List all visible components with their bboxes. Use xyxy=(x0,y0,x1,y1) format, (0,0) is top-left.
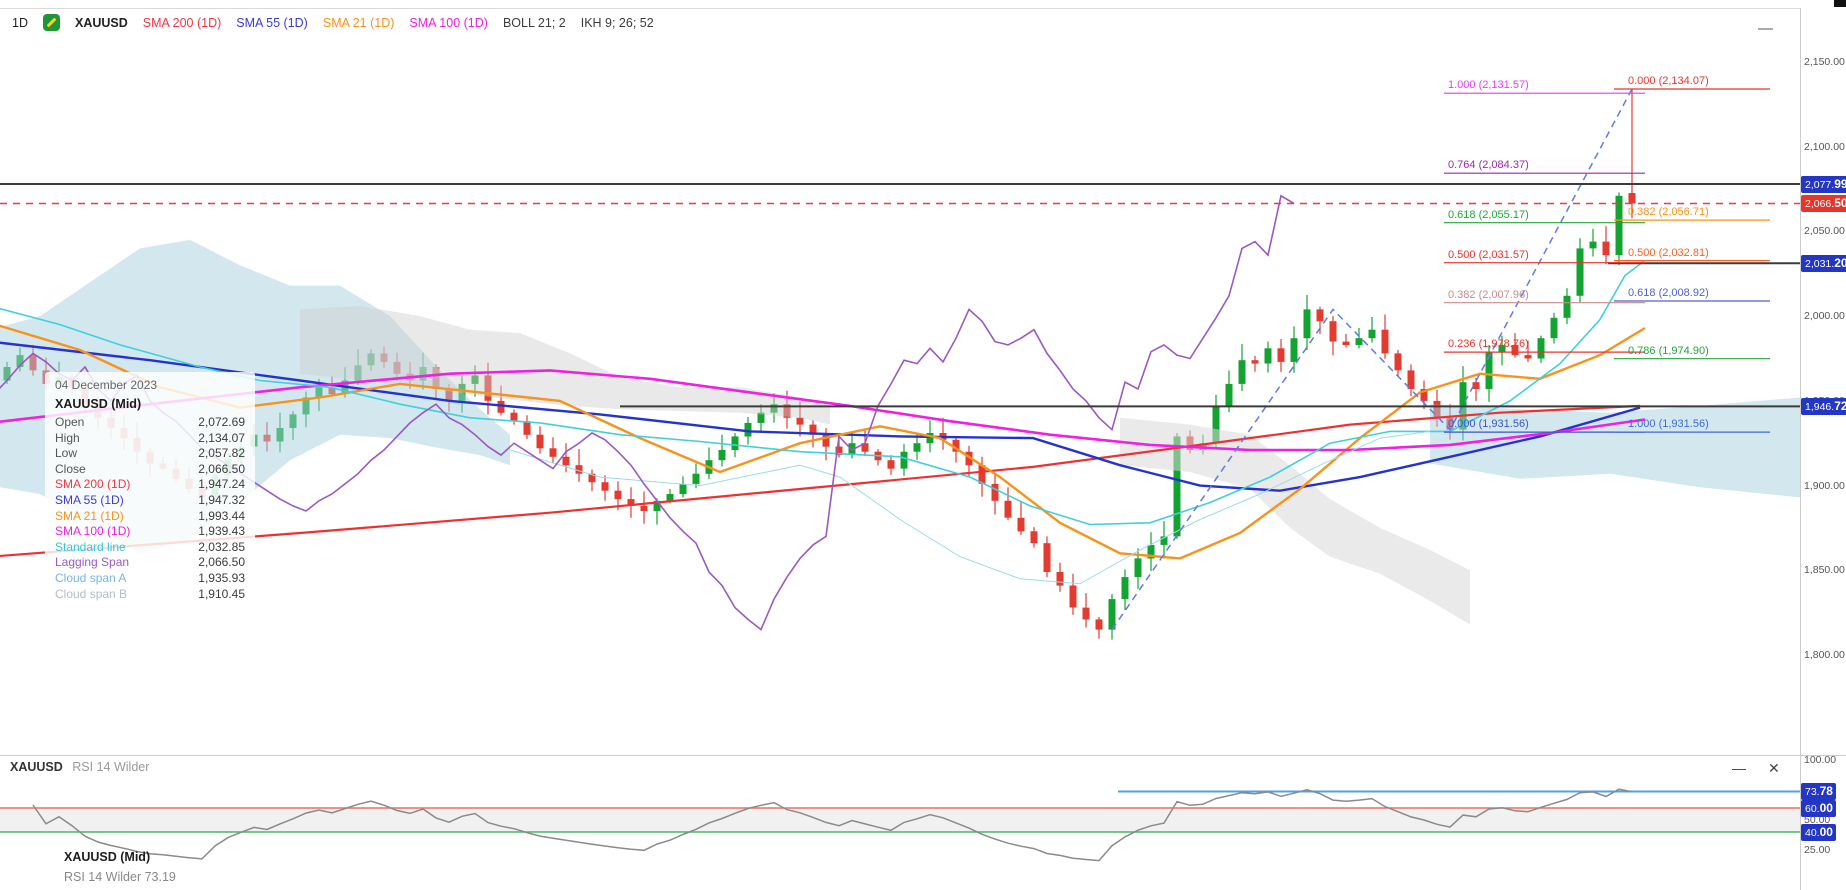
tooltip-row-label: Close xyxy=(55,461,86,476)
legend-indicator-4[interactable]: BOLL 21; 2 xyxy=(503,16,566,30)
tooltip-row-value: 1,947.32 xyxy=(198,492,245,507)
fib_left-label-0.382: 0.382 (2,007.96) xyxy=(1448,288,1529,301)
rsi-minimize-button[interactable]: — xyxy=(1732,760,1746,777)
rsi-badge[interactable]: 40.00 xyxy=(1801,824,1836,841)
drawing-tool-icon[interactable] xyxy=(42,14,60,31)
symbol-label[interactable]: XAUUSD xyxy=(75,16,128,30)
rsi-panel-header: XAUUSD RSI 14 Wilder xyxy=(10,760,149,774)
rsi-badge[interactable]: 73.78 xyxy=(1801,783,1836,800)
tooltip-row: High 2,134.07 xyxy=(55,431,245,447)
rsi-close-button[interactable]: ✕ xyxy=(1768,760,1780,777)
tooltip-row-label: Low xyxy=(55,446,78,461)
price-chart-canvas[interactable] xyxy=(0,0,1846,890)
price-tick: 1,800.00 xyxy=(1804,649,1845,661)
chart-legend: 1D XAUUSD SMA 200 (1D) SMA 55 (1D) SMA 21 … xyxy=(12,14,654,31)
tooltip-row: SMA 55 (1D) 1,947.32 xyxy=(55,493,245,509)
tooltip-row-value: 2,066.50 xyxy=(198,461,245,476)
fib_left-label-0.500: 0.500 (2,031.57) xyxy=(1448,248,1529,261)
chart-minimize-button[interactable]: — xyxy=(1758,20,1773,37)
tooltip-row: Low 2,057.82 xyxy=(55,446,245,462)
legend-indicator-1[interactable]: SMA 55 (1D) xyxy=(236,16,308,30)
tooltip-row-value: 2,134.07 xyxy=(198,430,245,445)
tooltip-row-value: 1,947.24 xyxy=(198,477,245,492)
tooltip-row-label: Open xyxy=(55,415,85,429)
fib_left-label-0.236: 0.236 (1,978.76) xyxy=(1448,338,1529,351)
price-badge[interactable]: 1,946.72 xyxy=(1801,398,1846,415)
tooltip-row: Close 2,066.50 xyxy=(55,462,245,478)
legend-indicator-3[interactable]: SMA 100 (1D) xyxy=(409,16,488,30)
tooltip-row-label: SMA 55 (1D) xyxy=(55,492,124,507)
rsi-tooltip: XAUUSD (Mid) RSI 14 Wilder 73.19 xyxy=(64,850,176,884)
fib_right-label-1.000: 1.000 (1,931.56) xyxy=(1628,418,1709,431)
tooltip-row-label: High xyxy=(55,430,80,445)
legend-indicator-5[interactable]: IKH 9; 26; 52 xyxy=(581,16,654,30)
tooltip-row-value: 2,072.69 xyxy=(198,415,245,429)
fib_left-label-0.000: 0.000 (1,931.56) xyxy=(1448,418,1529,431)
tooltip-row-label: SMA 200 (1D) xyxy=(55,477,131,492)
tooltip-row: SMA 100 (1D) 1,939.43 xyxy=(55,524,245,540)
tooltip-row: SMA 21 (1D) 1,993.44 xyxy=(55,509,245,525)
tooltip-row-label: Lagging Span xyxy=(55,555,130,570)
fib_left-label-0.764: 0.764 (2,084.37) xyxy=(1448,159,1529,172)
tooltip-row-value: 1,939.43 xyxy=(198,524,245,539)
tooltip-title: XAUUSD (Mid) xyxy=(55,397,142,411)
tooltip-row-label: Cloud span B xyxy=(55,586,128,601)
price-tick: 1,850.00 xyxy=(1804,564,1845,577)
tooltip-row-label: SMA 21 (1D) xyxy=(55,508,124,523)
legend-indicator-0[interactable]: SMA 200 (1D) xyxy=(143,16,222,30)
tooltip-row-value: 2,066.50 xyxy=(198,555,245,570)
price-tick: 2,050.00 xyxy=(1804,225,1845,238)
tooltip-row-value: 2,032.85 xyxy=(198,539,245,554)
price-badge[interactable]: 2,077.99 xyxy=(1801,176,1846,193)
rsi-tick: 25.00 xyxy=(1804,844,1831,856)
tooltip-row-label: SMA 100 (1D) xyxy=(55,524,131,539)
rsi-symbol-label: XAUUSD xyxy=(10,760,63,774)
tooltip-row: Lagging Span 2,066.50 xyxy=(55,555,245,571)
tooltip-row: Cloud span B 1,910.45 xyxy=(55,587,245,603)
rsi-indicator-label[interactable]: RSI 14 Wilder xyxy=(72,760,149,774)
price-tick: 2,100.00 xyxy=(1804,140,1845,153)
price-tick: 2,000.00 xyxy=(1804,310,1845,323)
tooltip-row-value: 2,057.82 xyxy=(198,446,245,461)
tooltip-row: Open 2,072.69 xyxy=(55,415,245,431)
fib_right-label-0.618: 0.618 (2,008.92) xyxy=(1628,287,1709,300)
fib_right-label-0.000: 0.000 (2,134.07) xyxy=(1628,74,1709,87)
fib_left-label-1.000: 1.000 (2,131.57) xyxy=(1448,79,1529,92)
timeframe-selector[interactable]: 1D xyxy=(12,16,28,30)
fib_right-label-0.382: 0.382 (2,056.71) xyxy=(1628,206,1709,219)
legend-indicator-2[interactable]: SMA 21 (1D) xyxy=(323,16,395,30)
rsi-panel-divider[interactable] xyxy=(0,755,1846,756)
fib_right-label-0.786: 0.786 (1,974.90) xyxy=(1628,344,1709,357)
rsi-badge[interactable]: 60.00 xyxy=(1801,800,1836,817)
rsi-tooltip-value: RSI 14 Wilder 73.19 xyxy=(64,870,176,884)
price-badge[interactable]: 2,066.50 xyxy=(1801,195,1846,212)
price-tick: 2,150.00 xyxy=(1804,56,1845,68)
tooltip-row-value: 1,935.93 xyxy=(198,570,245,585)
price-tick: 1,900.00 xyxy=(1804,479,1845,492)
tooltip-row: Standard line 2,032.85 xyxy=(55,540,245,556)
tooltip-row-label: Standard line xyxy=(55,539,126,554)
tooltip-row-label: Cloud span A xyxy=(55,570,127,585)
tooltip-row-value: 1,910.45 xyxy=(198,586,245,601)
tooltip-row: Cloud span A 1,935.93 xyxy=(55,571,245,587)
fib_left-label-0.618: 0.618 (2,055.17) xyxy=(1448,208,1529,221)
ohlc-tooltip: 04 December 2023 XAUUSD (Mid) Open 2,072.… xyxy=(45,372,255,611)
tooltip-row-value: 1,993.44 xyxy=(198,508,245,523)
price-badge[interactable]: 2,031.20 xyxy=(1801,255,1846,272)
tooltip-date: 04 December 2023 xyxy=(55,378,158,392)
fib_right-label-0.500: 0.500 (2,032.81) xyxy=(1628,246,1709,259)
tooltip-row: SMA 200 (1D) 1,947.24 xyxy=(55,477,245,493)
rsi-tooltip-title: XAUUSD (Mid) xyxy=(64,850,151,864)
